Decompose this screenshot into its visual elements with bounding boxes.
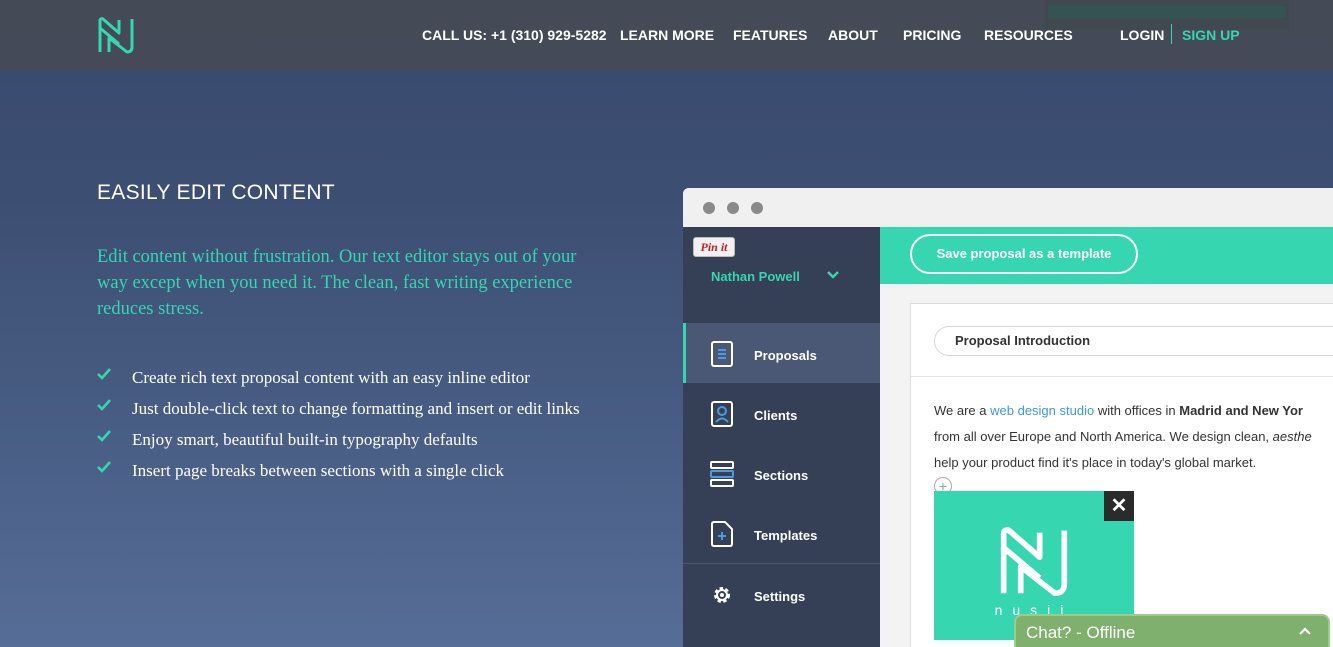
- window-dot: [703, 202, 715, 214]
- sidebar-item-proposals[interactable]: Proposals: [683, 323, 880, 383]
- nav-background-artifact-stripe: [1048, 6, 1286, 18]
- document-icon: [711, 341, 733, 367]
- sections-icon: [710, 461, 734, 487]
- feature-text: Create rich text proposal content with a…: [132, 368, 530, 387]
- nusii-logo-icon[interactable]: [97, 16, 135, 54]
- nav-pricing[interactable]: PRICING: [903, 27, 961, 43]
- chat-widget[interactable]: Chat? - Offline: [1014, 614, 1330, 647]
- top-nav: CALL US: +1 (310) 929-5282 LEARN MORE FE…: [0, 0, 1333, 70]
- feature-text: Enjoy smart, beautiful built-in typograp…: [132, 430, 478, 449]
- editor-toolbar: Save proposal as a template: [880, 227, 1333, 284]
- section-title-input[interactable]: Proposal Introduction: [934, 326, 1333, 356]
- sidebar-item-sections[interactable]: Sections: [683, 443, 880, 503]
- call-us-link[interactable]: CALL US: +1 (310) 929-5282: [422, 27, 607, 43]
- feature-text: Insert page breaks between sections with…: [132, 461, 504, 480]
- text-run: We are a: [934, 403, 991, 418]
- bold-text: Madrid and New Yor: [1179, 403, 1303, 418]
- check-icon: [97, 399, 111, 411]
- pinit-button[interactable]: Pin it: [693, 237, 735, 257]
- sidebar-item-clients[interactable]: Clients: [683, 383, 880, 443]
- close-icon[interactable]: ✕: [1104, 491, 1134, 521]
- editor-main: Save proposal as a template Proposal Int…: [880, 227, 1333, 647]
- text-link[interactable]: web design studio: [990, 403, 1094, 418]
- sidebar-item-label: Proposals: [754, 348, 817, 363]
- signup-link[interactable]: SIGN UP: [1182, 27, 1240, 43]
- check-icon: [97, 461, 111, 473]
- sidebar-item-label: Settings: [754, 589, 806, 604]
- text-run: with offices in: [1094, 403, 1180, 418]
- nav-features[interactable]: FEATURES: [733, 27, 807, 43]
- text-run: from all over Europe and North America. …: [934, 429, 1273, 444]
- sidebar-item-label: Sections: [754, 468, 809, 483]
- login-link[interactable]: LOGIN: [1120, 27, 1164, 43]
- sidebar-item-templates[interactable]: Templates: [683, 503, 880, 563]
- proposal-text[interactable]: We are a web design studio with offices …: [934, 398, 1333, 476]
- save-template-button[interactable]: Save proposal as a template: [910, 234, 1138, 274]
- text-run: help your product find it's place in tod…: [934, 455, 1257, 470]
- nav-separator: [1171, 24, 1172, 44]
- sidebar-item-settings[interactable]: Settings: [683, 564, 880, 624]
- window-titlebar: [683, 188, 1333, 227]
- nusii-logo-icon: [1000, 527, 1068, 597]
- app-window-screenshot: Pin it Nathan Powell Proposals Clients S…: [683, 188, 1333, 647]
- sidebar-item-label: Clients: [754, 408, 798, 423]
- nav-learn-more[interactable]: LEARN MORE: [620, 27, 714, 43]
- chevron-up-icon[interactable]: [1299, 627, 1311, 635]
- window-dot: [727, 202, 739, 214]
- section-heading: EASILY EDIT CONTENT: [97, 181, 335, 204]
- nav-about[interactable]: ABOUT: [828, 27, 878, 43]
- card-divider: [911, 376, 1333, 377]
- proposal-section-card: Proposal Introduction We are a web desig…: [910, 303, 1333, 647]
- template-icon: [711, 521, 733, 547]
- italic-text: aesthe: [1272, 429, 1312, 444]
- gear-icon: [714, 587, 730, 603]
- section-lead-text: Edit content without frustration. Our te…: [97, 247, 577, 319]
- feature-text: Just double-click text to change formatt…: [132, 399, 580, 418]
- sidebar-item-label: Templates: [754, 528, 818, 543]
- chat-label: Chat? - Offline: [1026, 623, 1136, 642]
- nav-resources[interactable]: RESOURCES: [984, 27, 1073, 43]
- check-icon: [97, 430, 111, 442]
- app-sidebar: Pin it Nathan Powell Proposals Clients S…: [683, 227, 880, 647]
- client-card-icon: [711, 401, 733, 427]
- check-icon: [97, 368, 111, 380]
- user-name[interactable]: Nathan Powell: [711, 269, 800, 284]
- chevron-down-icon[interactable]: [826, 270, 840, 280]
- window-dot: [751, 202, 763, 214]
